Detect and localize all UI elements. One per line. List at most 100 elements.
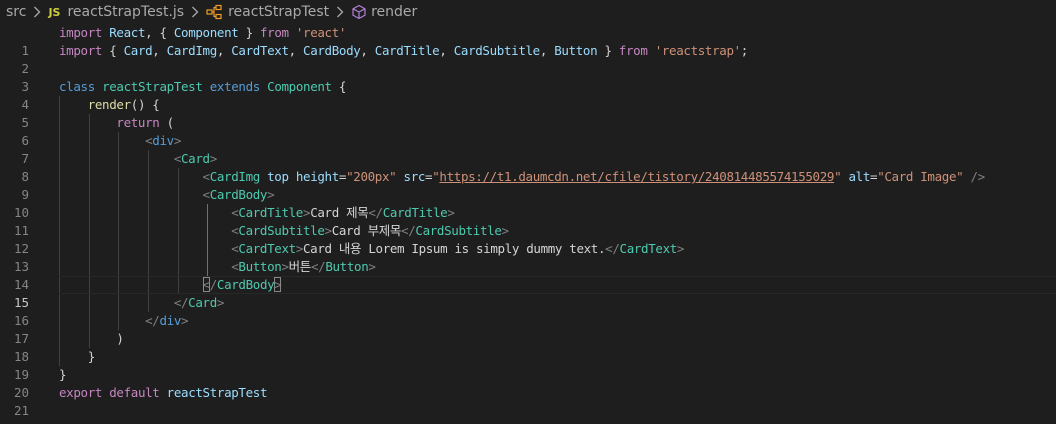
keyword-return: return bbox=[116, 115, 160, 130]
card-text-text: Card 내용 Lorem Ipsum is simply dummy text… bbox=[303, 241, 606, 256]
string-reactstrap-module: 'reactstrap' bbox=[654, 43, 741, 58]
javascript-file-icon: JS bbox=[48, 5, 61, 19]
line-content[interactable]: <CardBody> bbox=[59, 186, 275, 204]
breadcrumb-file-label: reactStrapTest.js bbox=[67, 4, 185, 20]
attr-height: height bbox=[295, 169, 339, 184]
line-content[interactable]: <Card> bbox=[59, 150, 217, 168]
line-content[interactable]: export default reactStrapTest bbox=[59, 384, 267, 402]
keyword-import: import bbox=[59, 43, 103, 58]
code-line: 11 <CardTitle>Card 제목</CardTitle> bbox=[0, 204, 1056, 238]
tag-cardtext-close: CardText bbox=[619, 241, 678, 256]
line-content[interactable]: ) bbox=[59, 330, 124, 348]
tag-cardbody: CardBody bbox=[209, 187, 268, 202]
code-editor-window: src JS reactStrapTest.js reactStrapTest bbox=[0, 0, 1056, 424]
code-line: 12 <CardSubtitle>Card 부제목</CardSubtitle> bbox=[0, 222, 1056, 256]
keyword-extends: extends bbox=[209, 79, 261, 94]
attr-src: src bbox=[403, 169, 426, 184]
code-line: 4 class reactStrapTest extends Component… bbox=[0, 78, 1056, 112]
button-text: 버튼 bbox=[288, 259, 312, 274]
bracket-match-close: > bbox=[274, 277, 282, 292]
tag-cardtext: CardText bbox=[238, 241, 296, 256]
tag-card-close: Card bbox=[188, 295, 217, 310]
line-content[interactable]: <CardText>Card 내용 Lorem Ipsum is simply … bbox=[59, 240, 684, 258]
code-line: 20 } bbox=[0, 366, 1056, 400]
code-line: 17 </div> bbox=[0, 312, 1056, 346]
line-content[interactable]: <CardTitle>Card 제목</CardTitle> bbox=[59, 204, 455, 222]
tag-button-close: Button bbox=[325, 259, 369, 274]
class-symbol-icon bbox=[206, 4, 224, 20]
export-identifier: reactStrapTest bbox=[166, 385, 268, 400]
method-render: render bbox=[87, 97, 131, 112]
breadcrumb: src JS reactStrapTest.js reactStrapTest bbox=[0, 0, 1056, 24]
card-title-text: Card 제목 bbox=[310, 205, 369, 220]
tag-cardtitle-close: CardTitle bbox=[382, 205, 448, 220]
code-line: 22 bbox=[0, 402, 1056, 424]
line-content[interactable]: return ( bbox=[59, 114, 174, 132]
identifier-button: Button bbox=[554, 43, 598, 58]
line-content[interactable]: </div> bbox=[59, 312, 188, 330]
line-content[interactable]: <div> bbox=[59, 132, 181, 150]
code-editor[interactable]: 1 import React, { Component } from 'reac… bbox=[0, 24, 1056, 424]
line-content[interactable]: render() { bbox=[59, 96, 160, 114]
line-content[interactable]: import { Card, CardImg, CardText, CardBo… bbox=[59, 42, 748, 60]
tag-div-close: div bbox=[159, 313, 181, 328]
attr-top: top bbox=[267, 169, 289, 184]
class-component: Component bbox=[267, 79, 332, 94]
breadcrumb-file[interactable]: JS reactStrapTest.js bbox=[48, 4, 184, 20]
keyword-default: default bbox=[109, 385, 160, 400]
code-line-current: 15 </CardBody> bbox=[0, 276, 1056, 310]
tag-cardsubtitle-close: CardSubtitle bbox=[415, 223, 502, 238]
identifier-cardbody: CardBody bbox=[303, 43, 361, 58]
keyword-from: from bbox=[618, 43, 648, 58]
identifier-component: Component bbox=[173, 25, 239, 40]
line-content[interactable]: </CardBody> bbox=[59, 276, 282, 294]
keyword-import: import bbox=[59, 25, 103, 40]
breadcrumb-folder[interactable]: src bbox=[6, 4, 26, 20]
line-content[interactable]: } bbox=[59, 366, 67, 384]
tag-cardtitle: CardTitle bbox=[238, 205, 303, 220]
line-content[interactable]: </Card> bbox=[59, 294, 225, 312]
tag-cardbody-close: CardBody bbox=[216, 277, 275, 292]
breadcrumb-method-label: render bbox=[371, 4, 418, 20]
attr-alt: alt bbox=[848, 169, 870, 184]
chevron-right-icon bbox=[187, 6, 203, 18]
method-cube-icon bbox=[351, 4, 367, 20]
code-line: 3 bbox=[0, 60, 1056, 94]
keyword-export: export bbox=[59, 385, 103, 400]
identifier-cardtitle: CardTitle bbox=[374, 43, 440, 58]
code-line: 2 import { Card, CardImg, CardText, Card… bbox=[0, 42, 1056, 76]
string-react-module: 'react' bbox=[295, 25, 347, 40]
breadcrumb-method[interactable]: render bbox=[351, 4, 417, 20]
code-line: 6 return ( bbox=[0, 114, 1056, 148]
line-content[interactable]: import React, { Component } from 'react' bbox=[59, 24, 346, 42]
identifier-card: Card bbox=[123, 43, 153, 58]
breadcrumb-folder-label: src bbox=[6, 4, 27, 20]
identifier-react: React bbox=[109, 25, 146, 40]
breadcrumb-class[interactable]: reactStrapTest bbox=[206, 4, 329, 20]
attr-alt-value: "Card Image" bbox=[877, 169, 964, 184]
code-line: 8 <Card> bbox=[0, 150, 1056, 184]
line-number: 22 bbox=[0, 420, 29, 424]
identifier-cardtext: CardText bbox=[231, 43, 289, 58]
line-content[interactable]: <Button>버튼</Button> bbox=[59, 258, 376, 276]
code-line: 9 <CardImg top height="200px" src="https… bbox=[0, 168, 1056, 202]
code-line: 10 <CardBody> bbox=[0, 186, 1056, 220]
line-content[interactable]: } bbox=[59, 348, 96, 366]
line-content[interactable]: <CardImg top height="200px" src="https:/… bbox=[59, 168, 986, 186]
src-url-link[interactable]: https://t1.daumcdn.net/cfile/tistory/240… bbox=[439, 169, 834, 184]
tag-button: Button bbox=[238, 259, 282, 274]
code-line: 14 <Button>버튼</Button> bbox=[0, 258, 1056, 292]
class-name: reactStrapTest bbox=[102, 79, 203, 94]
line-content[interactable]: class reactStrapTest extends Component { bbox=[59, 78, 346, 96]
code-line: 16 </Card> bbox=[0, 294, 1056, 328]
keyword-class: class bbox=[59, 79, 95, 94]
code-line: 7 <div> bbox=[0, 132, 1056, 166]
line-content[interactable]: <CardSubtitle>Card 부제목</CardSubtitle> bbox=[59, 222, 509, 240]
card-subtitle-text: Card 부제목 bbox=[331, 223, 402, 238]
code-line: 13 <CardText>Card 내용 Lorem Ipsum is simp… bbox=[0, 240, 1056, 274]
identifier-cardsubtitle: CardSubtitle bbox=[453, 43, 540, 58]
tag-cardimg: CardImg bbox=[209, 169, 261, 184]
bracket-match-open: < bbox=[202, 277, 210, 292]
chevron-right-icon bbox=[29, 6, 45, 18]
code-line: 19 } bbox=[0, 348, 1056, 382]
